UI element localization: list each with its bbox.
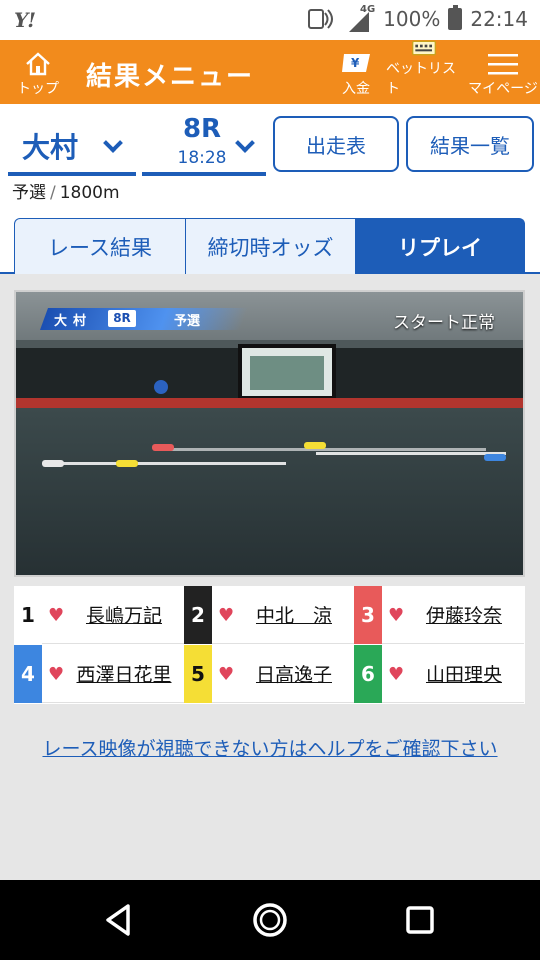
boat <box>116 460 138 467</box>
mypage-label: マイページ <box>468 81 538 97</box>
battery-icon <box>448 5 463 30</box>
race-selector[interactable]: 8R 18:28 <box>142 114 266 176</box>
lane-number: 3 <box>354 586 382 644</box>
tab-closing-odds[interactable]: 締切時オッズ <box>185 218 356 274</box>
racer-entry: 6 ♥ 山田理央 <box>354 645 524 703</box>
race-class: 予選 <box>12 183 46 203</box>
deposit-icon: ¥ <box>342 54 370 72</box>
racer-name-link[interactable]: 伊藤玲奈 <box>406 601 522 628</box>
page-title: 結果メニュー <box>86 62 255 92</box>
favorite-heart-icon[interactable]: ♥ <box>48 664 64 685</box>
tab-replay[interactable]: リプレイ <box>355 218 525 274</box>
entry-list-button[interactable]: 出走表 <box>273 116 399 172</box>
favorite-heart-icon[interactable]: ♥ <box>218 664 234 685</box>
lane-number: 6 <box>354 645 382 703</box>
battery-percent: 100% <box>383 7 441 31</box>
tab-race-result[interactable]: レース結果 <box>14 218 186 274</box>
boat <box>304 442 326 449</box>
navigation-bar <box>0 880 540 960</box>
race-number: 8R <box>182 114 222 144</box>
betlist-label: ベットリスト <box>386 61 456 97</box>
status-bar: Y! 4G 100% 22:14 <box>0 0 540 40</box>
racer-entry: 3 ♥ 伊藤玲奈 <box>354 586 524 644</box>
home-button[interactable]: トップ <box>10 40 66 104</box>
video-help-link[interactable]: レース映像が視聴できない方はヘルプをご確認下さい <box>0 734 540 761</box>
racer-entry: 5 ♥ 日高逸子 <box>184 645 354 703</box>
status-icons: 4G 100% 22:14 <box>305 4 528 32</box>
nfc-icon <box>308 9 334 29</box>
lane-number: 1 <box>14 586 42 644</box>
lane-number: 5 <box>184 645 212 703</box>
lane-number: 4 <box>14 645 42 703</box>
stadium-screen <box>238 344 336 400</box>
results-list-button[interactable]: 結果一覧 <box>406 116 534 172</box>
race-distance: 1800m <box>59 183 120 203</box>
venue-selector[interactable]: 大村 <box>8 114 136 176</box>
recent-apps-icon[interactable] <box>400 900 440 940</box>
racer-list: 1 ♥ 長嶋万記 2 ♥ 中北 涼 3 ♥ 伊藤玲奈 4 ♥ 西澤日花里 5 ♥… <box>14 586 525 704</box>
racer-entry: 1 ♥ 長嶋万記 <box>14 586 184 644</box>
replay-video[interactable]: 大村 8R 予選 スタート正常 <box>14 290 525 577</box>
chevron-down-icon <box>103 133 123 153</box>
banner-venue: 大村 <box>54 314 93 329</box>
home-icon <box>26 52 50 76</box>
svg-text:¥: ¥ <box>351 56 360 70</box>
betlist-button[interactable]: ベットリスト <box>386 40 462 104</box>
boat <box>42 460 64 467</box>
deposit-label: 入金 <box>342 81 370 97</box>
back-icon[interactable] <box>100 900 140 940</box>
home-label: トップ <box>17 81 59 97</box>
result-tabs: レース結果 締切時オッズ リプレイ <box>0 212 540 274</box>
racer-entry: 4 ♥ 西澤日花里 <box>14 645 184 703</box>
app-header: トップ 結果メニュー ¥ 入金 ベットリスト マイページ <box>0 40 540 104</box>
racer-name-link[interactable]: 山田理央 <box>406 660 522 687</box>
lane-number: 2 <box>184 586 212 644</box>
racer-name-link[interactable]: 西澤日花里 <box>66 660 182 687</box>
venue-name: 大村 <box>22 131 79 164</box>
signal-icon: 4G <box>343 4 375 32</box>
favorite-heart-icon[interactable]: ♥ <box>48 605 64 626</box>
racer-entry: 2 ♥ 中北 涼 <box>184 586 354 644</box>
favorite-heart-icon[interactable]: ♥ <box>388 605 404 626</box>
racer-name-link[interactable]: 中北 涼 <box>236 601 352 628</box>
yahoo-logo: Y! <box>14 8 36 32</box>
start-status: スタート正常 <box>393 313 495 333</box>
race-condition: 予選/1800m <box>0 180 540 212</box>
racer-name-link[interactable]: 日高逸子 <box>236 660 352 687</box>
mypage-button[interactable]: マイページ <box>468 40 538 104</box>
racer-name-link[interactable]: 長嶋万記 <box>66 601 182 628</box>
chevron-down-icon <box>235 133 255 153</box>
menu-icon <box>488 54 518 75</box>
separator: / <box>50 183 56 203</box>
deposit-button[interactable]: ¥ 入金 <box>330 40 382 104</box>
race-selectors: 大村 8R 18:28 出走表 結果一覧 <box>0 104 540 180</box>
ticket-icon <box>412 40 436 56</box>
home-circle-icon[interactable] <box>250 900 290 940</box>
favorite-heart-icon[interactable]: ♥ <box>388 664 404 685</box>
favorite-heart-icon[interactable]: ♥ <box>218 605 234 626</box>
race-time: 18:28 <box>177 148 227 168</box>
boat <box>484 454 506 461</box>
banner-race: 8R <box>108 310 136 327</box>
clock: 22:14 <box>470 7 528 31</box>
banner-class: 予選 <box>174 314 201 329</box>
boat <box>152 444 174 451</box>
